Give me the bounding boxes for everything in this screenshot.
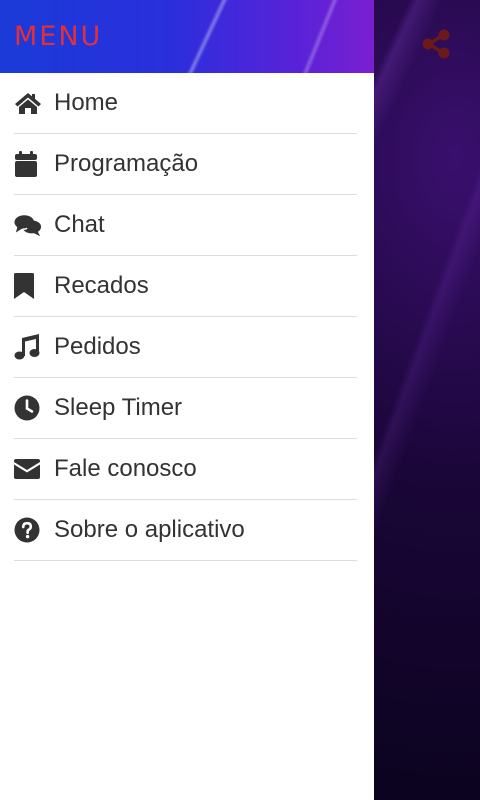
menu-item-sobre[interactable]: Sobre o aplicativo [14, 500, 357, 561]
home-icon [14, 89, 42, 117]
menu-item-label: Chat [54, 211, 105, 238]
menu-item-label: Programação [54, 150, 199, 177]
menu-item-programacao[interactable]: Programação [14, 134, 357, 195]
menu-item-recados[interactable]: Recados [14, 256, 357, 317]
menu-item-label: Fale conosco [54, 455, 197, 482]
envelope-icon [14, 455, 42, 483]
calendar-icon [14, 150, 42, 178]
menu-item-label: Recados [54, 272, 149, 299]
bookmark-icon [14, 272, 42, 300]
drawer-header: MENU [0, 0, 374, 73]
share-button[interactable] [418, 28, 454, 64]
menu-item-fale-conosco[interactable]: Fale conosco [14, 439, 357, 500]
music-note-icon [14, 333, 42, 361]
navigation-drawer: MENU Home Programação Chat Recados Pedid… [0, 0, 374, 800]
menu-list: Home Programação Chat Recados Pedidos Sl… [0, 73, 374, 561]
menu-item-label: Sleep Timer [54, 394, 183, 421]
question-circle-icon [14, 516, 42, 544]
menu-item-label: Sobre o aplicativo [54, 516, 245, 543]
menu-item-home[interactable]: Home [14, 73, 357, 134]
menu-item-sleep-timer[interactable]: Sleep Timer [14, 378, 357, 439]
menu-item-label: Pedidos [54, 333, 141, 360]
clock-icon [14, 394, 42, 422]
share-icon [419, 27, 453, 66]
menu-title: MENU [14, 21, 103, 52]
menu-item-chat[interactable]: Chat [14, 195, 357, 256]
chat-bubbles-icon [14, 211, 42, 239]
menu-item-pedidos[interactable]: Pedidos [14, 317, 357, 378]
app-screen: MENU Home Programação Chat Recados Pedid… [0, 0, 480, 800]
menu-item-label: Home [54, 89, 119, 116]
